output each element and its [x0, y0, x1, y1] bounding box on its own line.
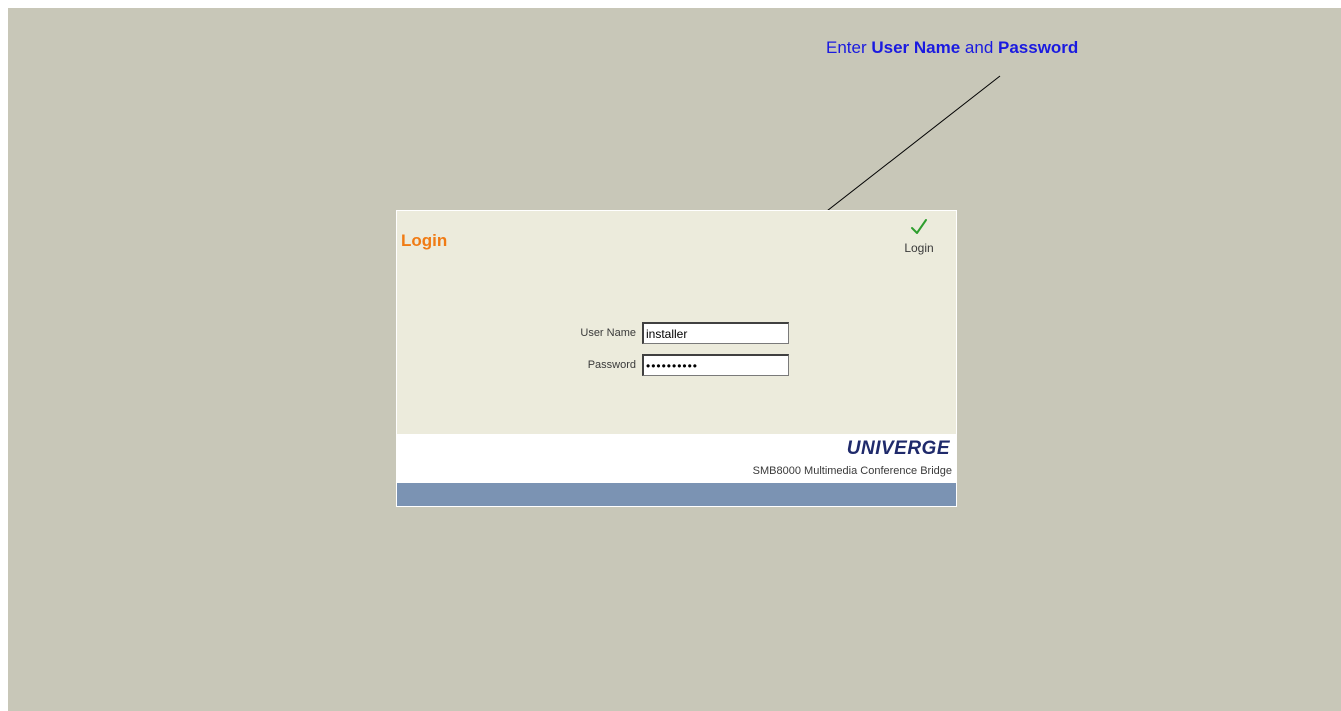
page-title: Login	[401, 231, 448, 250]
callout-middle: and	[960, 38, 998, 57]
password-label: Password	[587, 359, 636, 371]
callout-password: Password	[998, 38, 1079, 57]
callout-prefix: Enter	[826, 38, 872, 57]
password-input[interactable]	[642, 354, 789, 376]
login-button-label: Login	[904, 241, 934, 255]
footer-bar	[397, 483, 956, 506]
univerge-logo: UNIVERGE	[846, 438, 950, 459]
password-row: Password	[397, 354, 956, 378]
username-row: User Name	[397, 322, 956, 346]
username-label: User Name	[580, 327, 636, 339]
username-input[interactable]	[642, 322, 789, 344]
callout-user-name: User Name	[871, 38, 961, 57]
checkmark-icon	[911, 219, 927, 234]
login-button[interactable]: Login	[894, 217, 944, 255]
product-name: SMB8000 Multimedia Conference Bridge	[752, 465, 952, 477]
login-panel: Login Login User Name Password UNIVERGE …	[396, 210, 957, 507]
instruction-callout: Enter User Name and Password	[826, 38, 1206, 58]
brand-area: UNIVERGE SMB8000 Multimedia Conference B…	[397, 434, 956, 483]
